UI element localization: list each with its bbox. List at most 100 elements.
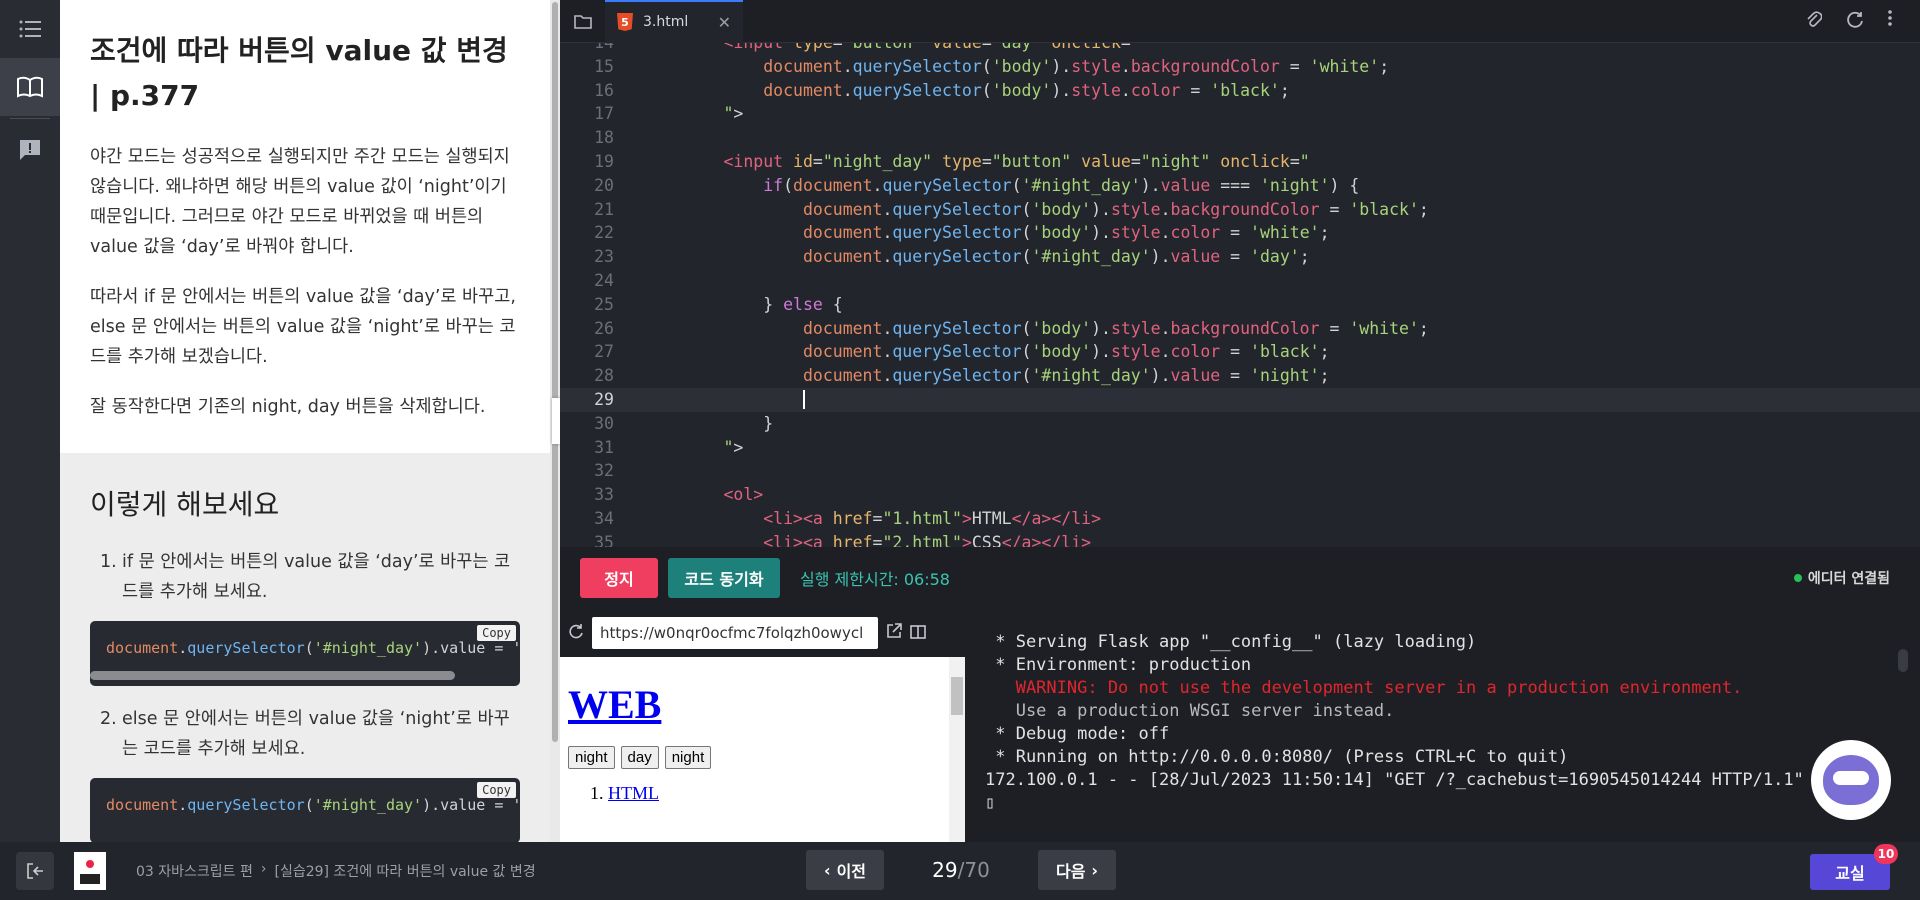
book-icon[interactable] [0, 58, 60, 116]
terminal-cursor: ▯ [985, 793, 996, 813]
html5-icon: 5 [617, 13, 633, 31]
code-line: 23 document.querySelector('#night_day').… [594, 247, 1310, 267]
code-line: 31 "> [594, 437, 744, 457]
chevron-right-icon: › [260, 861, 267, 877]
mascot-chatbot-button[interactable] [1811, 740, 1891, 820]
next-button[interactable]: 다음 › [1038, 850, 1116, 890]
lesson-title: 조건에 따라 버튼의 value 값 변경 | p.377 [90, 34, 508, 112]
step-number: 1. [100, 552, 117, 572]
code-area[interactable]: 14 <input type="button" value="day" oncl… [560, 43, 1920, 547]
stop-button[interactable]: 정지 [580, 558, 658, 598]
code-line: 27 document.querySelector('body').style.… [594, 342, 1330, 362]
terminal-line: * Debug mode: off [985, 724, 1170, 744]
code-line: 15 document.querySelector('body').style.… [594, 56, 1390, 76]
close-icon[interactable]: ✕ [718, 13, 731, 32]
code-line: 18 [594, 128, 614, 148]
code-snippet-text: document.querySelector('#night_day').val… [106, 796, 520, 814]
preview-night-button[interactable]: night [568, 746, 615, 769]
page-indicator: 29/70 [884, 858, 1038, 882]
preview-night-day-button[interactable]: night [664, 746, 712, 769]
preview-list-link[interactable]: HTML [608, 783, 659, 803]
code-line: 28 document.querySelector('#night_day').… [594, 366, 1330, 386]
code-line: 25 } else { [594, 294, 843, 314]
file-tab[interactable]: 5 3.html ✕ [605, 0, 743, 43]
current-page: 29 [932, 858, 958, 882]
total-pages: /70 [957, 858, 990, 882]
sync-code-button[interactable]: 코드 동기화 [668, 558, 780, 598]
code-snippet: document.querySelector('#night_day').val… [90, 778, 520, 842]
reload-icon[interactable] [568, 623, 584, 643]
lesson-paragraph: 야간 모드는 성공적으로 실행되지만 주간 모드는 실행되지 않습니다. 왜냐하… [90, 147, 510, 257]
code-line: 33 <ol> [594, 485, 764, 505]
preview-heading: WEB [568, 681, 957, 728]
code-line: 34 <li><a href="1.html">HTML</a></li> [594, 508, 1102, 528]
code-line: 32 [594, 461, 614, 481]
step-text: else 문 안에서는 버튼의 value 값을 ‘night’로 바꾸는 코드… [122, 709, 510, 759]
chevron-right-icon: › [1091, 860, 1099, 880]
code-snippet-text: document.querySelector('#night_day').val… [106, 639, 520, 657]
prev-label: 이전 [836, 862, 867, 881]
copy-button[interactable]: Copy [477, 625, 516, 641]
step-item: 2. else 문 안에서는 버튼의 value 값을 ‘night’로 바꾸는… [90, 704, 520, 764]
step-number: 2. [100, 709, 117, 729]
terminal-scrollbar[interactable] [1898, 649, 1908, 672]
current-code-line[interactable]: 29 [560, 387, 1920, 412]
prev-button[interactable]: ‹ 이전 [806, 850, 884, 890]
more-vertical-icon[interactable] [1888, 10, 1892, 32]
code-line: 14 <input type="button" value="day" oncl… [560, 43, 1920, 55]
lesson-paragraph: 잘 동작한다면 기존의 night, day 버튼을 삭제합니다. [90, 397, 486, 417]
preview-heading-link[interactable]: WEB [568, 682, 661, 727]
connection-label: 에디터 연결됨 [1807, 571, 1890, 587]
preview-list: HTML [608, 783, 957, 804]
lesson-paragraph: 따라서 if 문 안에서는 버튼의 value 값을 ‘day’로 바꾸고, e… [90, 287, 516, 367]
preview-scrollbar[interactable] [949, 657, 965, 842]
notification-badge: 10 [1874, 844, 1898, 864]
code-line: 30 } [594, 413, 774, 433]
code-line: 22 document.querySelector('body').style.… [594, 223, 1330, 243]
step-text: if 문 안에서는 버튼의 value 값을 ‘day’로 바꾸는 코드를 추가… [122, 552, 511, 602]
code-line: 19 <input id="night_day" type="button" v… [594, 151, 1310, 171]
breadcrumb-section[interactable]: 03 자바스크립트 편 [136, 861, 253, 881]
terminal-line: * Serving Flask app "__config__" (lazy l… [985, 632, 1477, 652]
classroom-button[interactable]: 교실 10 [1810, 844, 1898, 890]
code-line: 20 if(document.querySelector('#night_day… [594, 175, 1360, 195]
editor-tabbar: 5 3.html ✕ [560, 0, 1920, 43]
code-scrollbar[interactable] [90, 671, 455, 680]
toc-icon[interactable] [0, 0, 60, 58]
terminal-line: * Environment: production [985, 655, 1252, 675]
file-tab-label: 3.html [643, 14, 689, 30]
code-line: 16 document.querySelector('body').style.… [594, 80, 1290, 100]
copy-button[interactable]: Copy [477, 782, 516, 798]
book-cover-thumbnail [74, 852, 106, 890]
terminal-line: 172.100.0.1 - - [28/Jul/2023 11:50:14] "… [985, 770, 1835, 790]
classroom-label: 교실 [1835, 864, 1865, 883]
try-it-title: 이렇게 해보세요 [90, 488, 280, 521]
preview-url-input[interactable]: https://w0nqr0ocfmc7folqzh0owycl [592, 617, 878, 649]
breadcrumb: 03 자바스크립트 편 › [실습29] 조건에 따라 버튼의 value 값 … [136, 861, 536, 881]
list-item: HTML [608, 783, 957, 804]
code-line: 21 document.querySelector('body').style.… [594, 199, 1429, 219]
preview-pane: https://w0nqr0ocfmc7folqzh0owycl WEB nig… [560, 609, 965, 842]
status-dot-icon [1793, 574, 1802, 582]
code-line: 17 "> [594, 104, 744, 124]
time-limit-label: 실행 제한시간: 06:58 [800, 570, 950, 589]
try-it-section: 이렇게 해보세요 1. if 문 안에서는 버튼의 value 값을 ‘day’… [60, 453, 550, 842]
folder-icon[interactable] [560, 0, 605, 43]
code-line: 35 <li><a href="2.html">CSS</a></li> [594, 532, 1092, 547]
refresh-icon[interactable] [1846, 10, 1864, 32]
preview-day-button[interactable]: day [620, 746, 659, 769]
breadcrumb-lesson: [실습29] 조건에 따라 버튼의 value 값 변경 [274, 864, 536, 880]
code-editor[interactable]: 5 3.html ✕ 14 <input type="button" value… [560, 0, 1920, 547]
terminal-output[interactable]: * Serving Flask app "__config__" (lazy l… [965, 609, 1920, 842]
exit-icon[interactable] [16, 852, 54, 890]
rail-divider [10, 118, 50, 119]
split-view-icon[interactable] [910, 624, 926, 643]
left-rail [0, 0, 60, 842]
next-label: 다음 [1055, 862, 1086, 881]
feedback-icon[interactable] [0, 121, 60, 179]
attach-icon[interactable] [1806, 10, 1823, 32]
open-external-icon[interactable] [886, 623, 902, 643]
code-snippet: document.querySelector('#night_day').val… [90, 621, 520, 686]
terminal-warning-line: WARNING: Do not use the development serv… [985, 678, 1743, 698]
run-toolbar: 정지 코드 동기화 실행 제한시간: 06:58 에디터 연결됨 [560, 547, 1920, 609]
